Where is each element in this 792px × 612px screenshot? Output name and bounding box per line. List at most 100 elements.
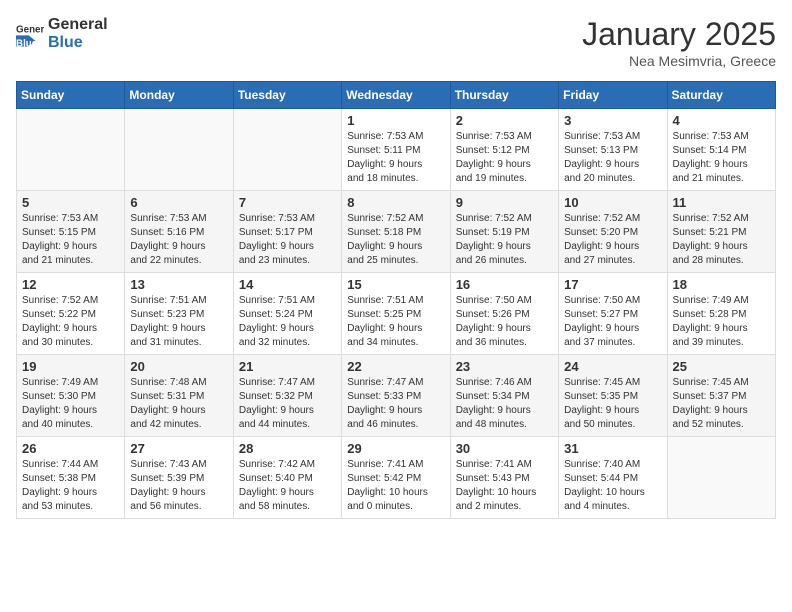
day-number: 14 — [239, 277, 336, 292]
calendar-cell: 17 Sunrise: 7:50 AM Sunset: 5:27 PM Dayli… — [559, 273, 667, 355]
calendar-cell: 16Sunrise: 7:50 AM Sunset: 5:26 PM Dayli… — [450, 273, 558, 355]
calendar-cell — [17, 109, 125, 191]
calendar-cell: 4 Sunrise: 7:53 AM Sunset: 5:14 PM Daylig… — [667, 109, 775, 191]
day-info: Sunrise: 7:53 AM Sunset: 5:12 PM Dayligh… — [456, 130, 553, 186]
day-number: 28 — [239, 441, 336, 456]
day-number: 24 — [564, 359, 661, 374]
calendar-cell: 15 Sunrise: 7:51 AM Sunset: 5:25 PM Dayli… — [342, 273, 450, 355]
day-info: Sunrise: 7:53 AM Sunset: 5:11 PM Dayligh… — [347, 130, 444, 186]
day-number: 1 — [347, 113, 444, 128]
calendar-day-header: Sunday — [17, 82, 125, 109]
day-number: 2 — [456, 113, 553, 128]
day-number: 12 — [22, 277, 119, 292]
calendar-cell: 2 Sunrise: 7:53 AM Sunset: 5:12 PM Daylig… — [450, 109, 558, 191]
day-info: Sunrise: 7:52 AM Sunset: 5:21 PM Dayligh… — [673, 212, 770, 268]
day-number: 6 — [130, 195, 227, 210]
svg-text:Blue: Blue — [16, 38, 38, 47]
day-info: Sunrise: 7:51 AM Sunset: 5:25 PM Dayligh… — [347, 294, 444, 350]
calendar-cell: 22 Sunrise: 7:47 AM Sunset: 5:33 PM Dayli… — [342, 355, 450, 437]
day-info: Sunrise: 7:53 AM Sunset: 5:16 PM Dayligh… — [130, 212, 227, 268]
calendar-week-row: 5 Sunrise: 7:53 AM Sunset: 5:15 PM Daylig… — [17, 191, 776, 273]
day-number: 11 — [673, 195, 770, 210]
calendar-cell: 13Sunrise: 7:51 AM Sunset: 5:23 PM Dayli… — [125, 273, 233, 355]
calendar-cell — [667, 437, 775, 519]
day-info: Sunrise: 7:44 AM Sunset: 5:38 PM Dayligh… — [22, 458, 119, 514]
location-title: Nea Mesimvria, Greece — [582, 53, 776, 69]
day-number: 4 — [673, 113, 770, 128]
calendar-cell: 14 Sunrise: 7:51 AM Sunset: 5:24 PM Dayli… — [233, 273, 341, 355]
day-number: 18 — [673, 277, 770, 292]
day-info: Sunrise: 7:53 AM Sunset: 5:14 PM Dayligh… — [673, 130, 770, 186]
day-number: 27 — [130, 441, 227, 456]
calendar-cell: 12Sunrise: 7:52 AM Sunset: 5:22 PM Dayli… — [17, 273, 125, 355]
calendar-table: SundayMondayTuesdayWednesdayThursdayFrid… — [16, 81, 776, 519]
day-number: 20 — [130, 359, 227, 374]
calendar-cell: 28 Sunrise: 7:42 AM Sunset: 5:40 PM Dayli… — [233, 437, 341, 519]
month-title: January 2025 — [582, 16, 776, 53]
calendar-week-row: 19Sunrise: 7:49 AM Sunset: 5:30 PM Dayli… — [17, 355, 776, 437]
logo-text-blue: Blue — [48, 34, 108, 52]
calendar-day-header: Monday — [125, 82, 233, 109]
calendar-cell: 31Sunrise: 7:40 AM Sunset: 5:44 PM Dayli… — [559, 437, 667, 519]
day-info: Sunrise: 7:51 AM Sunset: 5:24 PM Dayligh… — [239, 294, 336, 350]
day-number: 31 — [564, 441, 661, 456]
day-info: Sunrise: 7:50 AM Sunset: 5:27 PM Dayligh… — [564, 294, 661, 350]
calendar-week-row: 12Sunrise: 7:52 AM Sunset: 5:22 PM Dayli… — [17, 273, 776, 355]
calendar-cell — [125, 109, 233, 191]
calendar-cell — [233, 109, 341, 191]
day-number: 22 — [347, 359, 444, 374]
calendar-week-row: 26 Sunrise: 7:44 AM Sunset: 5:38 PM Dayli… — [17, 437, 776, 519]
day-info: Sunrise: 7:52 AM Sunset: 5:20 PM Dayligh… — [564, 212, 661, 268]
calendar-cell: 11 Sunrise: 7:52 AM Sunset: 5:21 PM Dayli… — [667, 191, 775, 273]
day-number: 15 — [347, 277, 444, 292]
calendar-cell: 23Sunrise: 7:46 AM Sunset: 5:34 PM Dayli… — [450, 355, 558, 437]
day-number: 25 — [673, 359, 770, 374]
calendar-cell: 29Sunrise: 7:41 AM Sunset: 5:42 PM Dayli… — [342, 437, 450, 519]
day-info: Sunrise: 7:51 AM Sunset: 5:23 PM Dayligh… — [130, 294, 227, 350]
day-info: Sunrise: 7:49 AM Sunset: 5:28 PM Dayligh… — [673, 294, 770, 350]
day-number: 10 — [564, 195, 661, 210]
title-block: January 2025 Nea Mesimvria, Greece — [582, 16, 776, 69]
calendar-day-header: Wednesday — [342, 82, 450, 109]
day-number: 17 — [564, 277, 661, 292]
logo-icon: General Blue — [16, 20, 44, 48]
calendar-day-header: Saturday — [667, 82, 775, 109]
calendar-cell: 3 Sunrise: 7:53 AM Sunset: 5:13 PM Daylig… — [559, 109, 667, 191]
calendar-cell: 8 Sunrise: 7:52 AM Sunset: 5:18 PM Daylig… — [342, 191, 450, 273]
day-info: Sunrise: 7:41 AM Sunset: 5:42 PM Dayligh… — [347, 458, 444, 514]
calendar-cell: 9Sunrise: 7:52 AM Sunset: 5:19 PM Daylig… — [450, 191, 558, 273]
calendar-cell: 6 Sunrise: 7:53 AM Sunset: 5:16 PM Daylig… — [125, 191, 233, 273]
calendar-cell: 21Sunrise: 7:47 AM Sunset: 5:32 PM Dayli… — [233, 355, 341, 437]
day-info: Sunrise: 7:47 AM Sunset: 5:33 PM Dayligh… — [347, 376, 444, 432]
day-info: Sunrise: 7:42 AM Sunset: 5:40 PM Dayligh… — [239, 458, 336, 514]
calendar-cell: 7Sunrise: 7:53 AM Sunset: 5:17 PM Daylig… — [233, 191, 341, 273]
calendar-day-header: Thursday — [450, 82, 558, 109]
calendar-cell: 18 Sunrise: 7:49 AM Sunset: 5:28 PM Dayli… — [667, 273, 775, 355]
calendar-cell: 20Sunrise: 7:48 AM Sunset: 5:31 PM Dayli… — [125, 355, 233, 437]
logo: General Blue General Blue — [16, 16, 108, 51]
day-number: 7 — [239, 195, 336, 210]
calendar-cell: 19Sunrise: 7:49 AM Sunset: 5:30 PM Dayli… — [17, 355, 125, 437]
day-info: Sunrise: 7:45 AM Sunset: 5:35 PM Dayligh… — [564, 376, 661, 432]
day-number: 3 — [564, 113, 661, 128]
calendar-cell: 25Sunrise: 7:45 AM Sunset: 5:37 PM Dayli… — [667, 355, 775, 437]
day-number: 5 — [22, 195, 119, 210]
day-info: Sunrise: 7:46 AM Sunset: 5:34 PM Dayligh… — [456, 376, 553, 432]
day-number: 8 — [347, 195, 444, 210]
page-header: General Blue General Blue January 2025 N… — [16, 16, 776, 69]
day-info: Sunrise: 7:53 AM Sunset: 5:13 PM Dayligh… — [564, 130, 661, 186]
day-info: Sunrise: 7:41 AM Sunset: 5:43 PM Dayligh… — [456, 458, 553, 514]
day-number: 26 — [22, 441, 119, 456]
calendar-cell: 27Sunrise: 7:43 AM Sunset: 5:39 PM Dayli… — [125, 437, 233, 519]
day-info: Sunrise: 7:52 AM Sunset: 5:18 PM Dayligh… — [347, 212, 444, 268]
calendar-cell: 5 Sunrise: 7:53 AM Sunset: 5:15 PM Daylig… — [17, 191, 125, 273]
day-info: Sunrise: 7:53 AM Sunset: 5:15 PM Dayligh… — [22, 212, 119, 268]
calendar-cell: 10 Sunrise: 7:52 AM Sunset: 5:20 PM Dayli… — [559, 191, 667, 273]
calendar-cell: 26 Sunrise: 7:44 AM Sunset: 5:38 PM Dayli… — [17, 437, 125, 519]
calendar-cell: 1 Sunrise: 7:53 AM Sunset: 5:11 PM Daylig… — [342, 109, 450, 191]
day-number: 16 — [456, 277, 553, 292]
day-number: 30 — [456, 441, 553, 456]
day-number: 9 — [456, 195, 553, 210]
logo-text-general: General — [48, 16, 108, 34]
calendar-week-row: 1 Sunrise: 7:53 AM Sunset: 5:11 PM Daylig… — [17, 109, 776, 191]
